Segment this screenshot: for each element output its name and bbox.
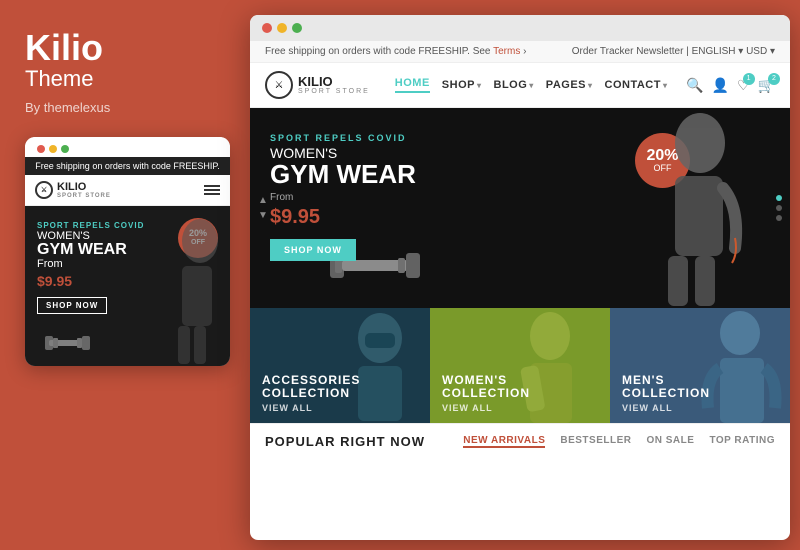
browser-dot-yellow bbox=[277, 23, 287, 33]
hero-title-bold: GYM WEAR bbox=[270, 160, 416, 189]
hamburger-line-1 bbox=[204, 185, 220, 187]
collection-grid: ACCESSORIESCOLLECTION VIEW ALL WOMEN'SCO… bbox=[250, 308, 790, 423]
mobile-announcement: Free shipping on orders with code FREESH… bbox=[25, 157, 230, 175]
mobile-dumbbell bbox=[45, 328, 90, 358]
hero-arrow-up[interactable]: ▲ bbox=[258, 195, 268, 206]
brand-subtitle: Theme bbox=[25, 66, 220, 92]
cart-badge: 2 bbox=[768, 73, 780, 85]
hero-arrow-down[interactable]: ▼ bbox=[258, 210, 268, 221]
accessories-link[interactable]: VIEW ALL bbox=[262, 403, 418, 413]
mobile-hero-from: From bbox=[37, 258, 144, 270]
nav-contact[interactable]: CONTACT ▾ bbox=[605, 77, 668, 93]
terms-link[interactable]: Terms bbox=[491, 46, 521, 57]
mobile-dot-yellow bbox=[49, 145, 57, 153]
announcement-text: Free shipping on orders with code FREESH… bbox=[265, 46, 526, 57]
browser-dot-green bbox=[292, 23, 302, 33]
site-logo-icon: ⚔ bbox=[265, 71, 293, 99]
mobile-woman-figure bbox=[150, 211, 230, 366]
hero-content: SPORT REPELS COVID WOMEN'S GYM WEAR From… bbox=[270, 133, 416, 261]
mobile-dot-red bbox=[37, 145, 45, 153]
desktop-mockup: Free shipping on orders with code FREESH… bbox=[250, 15, 790, 540]
nav-home[interactable]: HOME bbox=[395, 77, 430, 93]
mobile-logo-text: KILIO bbox=[57, 181, 111, 193]
nav-blog[interactable]: BLOG ▾ bbox=[494, 77, 534, 93]
collection-accessories[interactable]: ACCESSORIESCOLLECTION VIEW ALL bbox=[250, 308, 430, 423]
mens-label: MEN'SCOLLECTION bbox=[622, 374, 778, 400]
announcement-right: Order Tracker Newsletter | ENGLISH ▾ USD… bbox=[572, 46, 775, 57]
site-logo-text: KILIO bbox=[298, 75, 370, 88]
brand-name: Kilio bbox=[25, 30, 220, 66]
slider-dot-3[interactable] bbox=[776, 215, 782, 221]
mobile-hero-price: $9.95 bbox=[37, 273, 144, 289]
mobile-mockup: Free shipping on orders with code FREESH… bbox=[25, 137, 230, 366]
accessories-label: ACCESSORIESCOLLECTION bbox=[262, 374, 418, 400]
collection-womens[interactable]: WOMEN'SCOLLECTION VIEW ALL bbox=[430, 308, 610, 423]
site-logo-sub: SPORT STORE bbox=[298, 88, 370, 95]
tab-top-rating[interactable]: TOP RATING bbox=[709, 435, 775, 448]
user-icon[interactable]: 👤 bbox=[712, 77, 729, 94]
nav-pages[interactable]: PAGES ▾ bbox=[546, 77, 593, 93]
mobile-hero-content: SPORT REPELS COVID WOMEN'S GYM WEAR From… bbox=[37, 221, 144, 314]
popular-bar: POPULAR RIGHT NOW NEW ARRIVALS BESTSELLE… bbox=[250, 423, 790, 459]
browser-bar bbox=[250, 15, 790, 41]
hamburger-line-3 bbox=[204, 193, 220, 195]
site-announcement: Free shipping on orders with code FREESH… bbox=[250, 41, 790, 63]
site-nav: ⚔ KILIO SPORT STORE HOME SHOP ▾ BLOG ▾ P… bbox=[250, 63, 790, 108]
popular-tabs: NEW ARRIVALS BESTSELLER ON SALE TOP RATI… bbox=[463, 435, 775, 448]
search-icon[interactable]: 🔍 bbox=[686, 77, 703, 94]
nav-shop[interactable]: SHOP ▾ bbox=[442, 77, 482, 93]
slider-dot-2[interactable] bbox=[776, 205, 782, 211]
nav-links: HOME SHOP ▾ BLOG ▾ PAGES ▾ CONTACT ▾ bbox=[395, 77, 671, 93]
mens-overlay: MEN'SCOLLECTION VIEW ALL bbox=[610, 364, 790, 423]
popular-title: POPULAR RIGHT NOW bbox=[265, 434, 425, 449]
wishlist-badge: 1 bbox=[743, 73, 755, 85]
accessories-overlay: ACCESSORIESCOLLECTION VIEW ALL bbox=[250, 364, 430, 423]
wishlist-icon[interactable]: ♡ 1 bbox=[737, 77, 750, 94]
nav-icons: 🔍 👤 ♡ 1 🛒 2 bbox=[686, 77, 775, 94]
mobile-hamburger-icon[interactable] bbox=[204, 185, 220, 195]
hero-title-light: WOMEN'S bbox=[270, 146, 416, 160]
collection-mens[interactable]: MEN'SCOLLECTION VIEW ALL bbox=[610, 308, 790, 423]
hamburger-line-2 bbox=[204, 189, 220, 191]
hero-arrows: ▲ ▼ bbox=[258, 195, 268, 221]
mobile-logo-sub: SPORT STORE bbox=[57, 193, 111, 199]
nav-blog-arrow: ▾ bbox=[529, 81, 534, 90]
hero-section: ▲ ▼ SPORT REPELS COVID WOMEN'S GYM WEAR … bbox=[250, 108, 790, 308]
tab-bestseller[interactable]: BESTSELLER bbox=[560, 435, 631, 448]
mobile-hero: 20% OFF SPORT REPELS COVID WOMEN'S GYM W… bbox=[25, 206, 230, 366]
left-panel: Kilio Theme By themelexus Free shipping … bbox=[0, 0, 245, 550]
cart-icon[interactable]: 🛒 2 bbox=[758, 77, 775, 94]
mobile-nav: ⚔ KILIO SPORT STORE bbox=[25, 175, 230, 206]
slider-dot-1[interactable] bbox=[776, 195, 782, 201]
hero-price: $9.95 bbox=[270, 206, 416, 229]
womens-link[interactable]: VIEW ALL bbox=[442, 403, 598, 413]
mobile-logo-icon: ⚔ bbox=[35, 181, 53, 199]
mobile-logo: ⚔ KILIO SPORT STORE bbox=[35, 181, 111, 199]
nav-contact-arrow: ▾ bbox=[663, 81, 668, 90]
womens-label: WOMEN'SCOLLECTION bbox=[442, 374, 598, 400]
mobile-dot-green bbox=[61, 145, 69, 153]
tab-on-sale[interactable]: ON SALE bbox=[646, 435, 694, 448]
mobile-hero-title2: GYM WEAR bbox=[37, 242, 144, 258]
hero-slider-dots bbox=[776, 195, 782, 221]
hero-shop-now-button[interactable]: SHOP NOW bbox=[270, 239, 356, 261]
brand-by: By themelexus bbox=[25, 100, 220, 115]
nav-pages-arrow: ▾ bbox=[588, 81, 593, 90]
hero-eyebrow: SPORT REPELS COVID bbox=[270, 133, 416, 143]
hero-woman-figure bbox=[580, 108, 760, 308]
mobile-shop-now-button[interactable]: SHOP NOW bbox=[37, 297, 107, 314]
tab-new-arrivals[interactable]: NEW ARRIVALS bbox=[463, 435, 545, 448]
womens-overlay: WOMEN'SCOLLECTION VIEW ALL bbox=[430, 364, 610, 423]
browser-dot-red bbox=[262, 23, 272, 33]
mens-link[interactable]: VIEW ALL bbox=[622, 403, 778, 413]
nav-shop-arrow: ▾ bbox=[477, 81, 482, 90]
site-logo: ⚔ KILIO SPORT STORE bbox=[265, 71, 370, 99]
hero-from: From bbox=[270, 192, 416, 203]
mobile-top-bar bbox=[25, 137, 230, 157]
mobile-hero-eyebrow: SPORT REPELS COVID bbox=[37, 221, 144, 230]
